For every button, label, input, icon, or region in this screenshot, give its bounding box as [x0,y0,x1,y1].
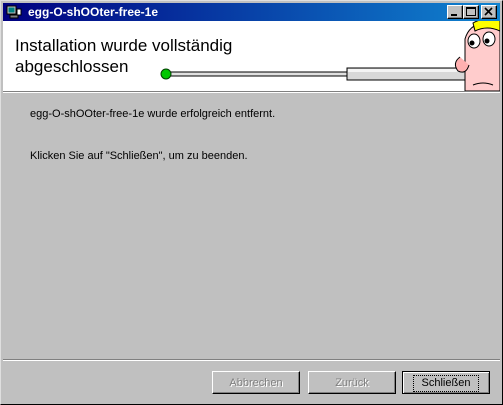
minimize-button[interactable] [447,5,463,19]
progress-pipe-graphic [160,21,500,91]
minimize-icon [451,14,457,16]
close-icon [484,7,493,16]
back-button[interactable]: Zurück [308,371,396,394]
close-button[interactable]: Schließen [402,371,490,394]
footer-divider-highlight [3,360,500,361]
cancel-button[interactable]: Abbrechen [212,371,300,394]
installer-computer-icon [6,5,22,19]
title-bar[interactable]: egg-O-shOOter-free-1e [3,3,500,21]
close-button-label: Schließen [412,374,480,392]
window-title: egg-O-shOOter-free-1e [28,5,159,19]
close-instruction-message: Klicken Sie auf "Schließen", um zu beend… [30,150,248,162]
progress-dot [160,68,172,80]
header-banner: Installation wurde vollständig abgeschlo… [3,21,500,91]
installer-window: egg-O-shOOter-free-1e Installation wurde… [0,0,503,405]
uninstall-success-message: egg-O-shOOter-free-1e wurde erfolgreich … [30,108,276,120]
header-divider-highlight [3,92,500,93]
maximize-button[interactable] [463,5,479,19]
maximize-icon [466,7,476,16]
close-window-button[interactable] [481,5,497,19]
